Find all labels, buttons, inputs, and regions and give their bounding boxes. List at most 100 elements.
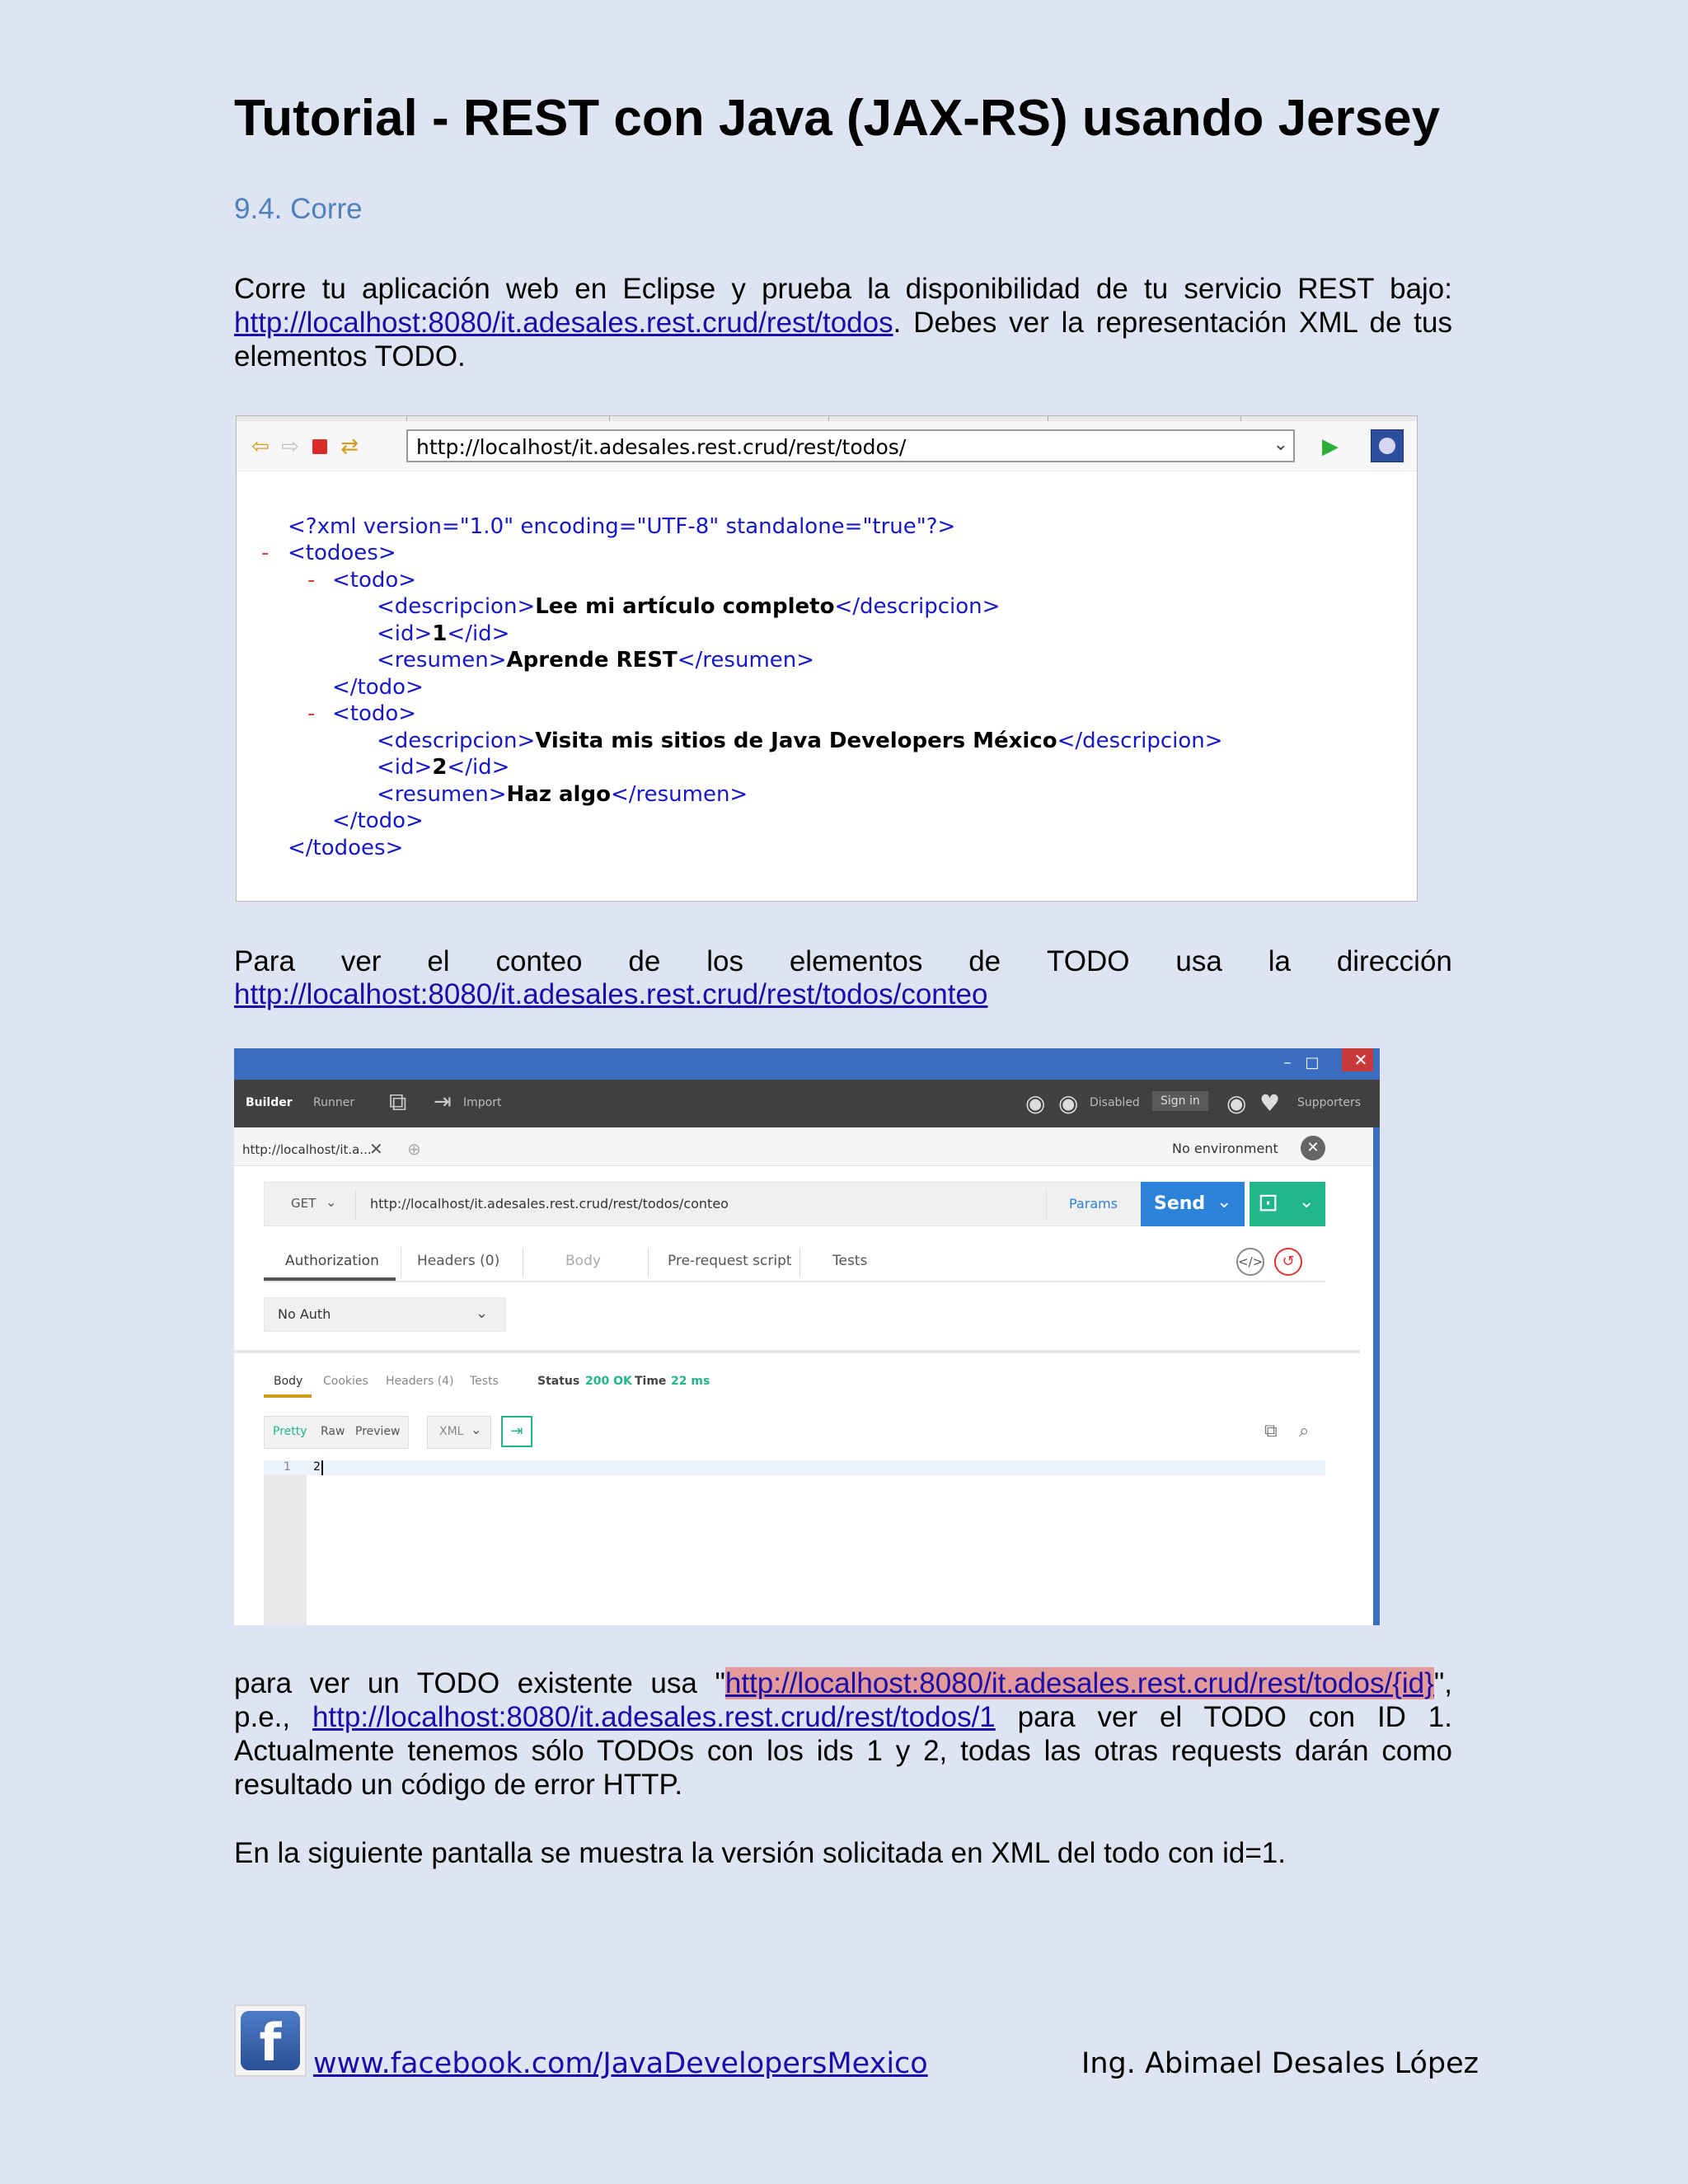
- request-bar: GET ⌄ http://localhost/it.adesales.rest.…: [264, 1182, 1172, 1226]
- format-select[interactable]: XML ⌄: [427, 1416, 491, 1449]
- import-icon[interactable]: ⇥: [434, 1090, 452, 1114]
- sync-icon[interactable]: ◉: [1025, 1090, 1045, 1117]
- auth-type-label: No Auth: [278, 1306, 331, 1322]
- todo-id: 1: [432, 621, 448, 646]
- view-mode-group: Pretty Raw Preview: [264, 1416, 409, 1449]
- go-icon[interactable]: ▶: [1318, 434, 1343, 459]
- word: los: [706, 945, 743, 977]
- collapse-icon[interactable]: -: [307, 701, 315, 728]
- paragraph-next: En la siguiente pantalla se muestra la v…: [234, 1837, 1286, 1869]
- time-value: 22 ms: [671, 1375, 710, 1388]
- address-bar[interactable]: http://localhost/it.adesales.rest.crud/r…: [406, 429, 1295, 462]
- chevron-down-icon: ⌄: [471, 1422, 482, 1437]
- maximize-icon[interactable]: □: [1302, 1053, 1322, 1073]
- close-tab-icon[interactable]: ✕: [369, 1139, 383, 1159]
- paragraph-intro: Corre tu aplicación web en Eclipse y pru…: [234, 272, 1452, 373]
- method-select[interactable]: GET: [291, 1196, 316, 1211]
- tab-authorization[interactable]: Authorization: [285, 1253, 379, 1269]
- collapse-icon[interactable]: -: [261, 540, 269, 567]
- section-heading: 9.4. Corre: [234, 193, 363, 225]
- postman-screenshot: – □ ✕ Builder Runner ⧉ ⇥ Import ◉ ◉ Disa…: [234, 1048, 1380, 1625]
- word: el: [427, 945, 450, 977]
- import-button[interactable]: Import: [463, 1096, 501, 1109]
- word: TODO: [1047, 945, 1130, 977]
- back-arrow-icon[interactable]: ⇦: [248, 434, 273, 459]
- eclipse-icon[interactable]: [1371, 429, 1404, 462]
- chevron-down-icon[interactable]: ⌄: [1273, 434, 1288, 455]
- word: usa: [1175, 945, 1222, 977]
- response-body[interactable]: 2: [313, 1460, 321, 1474]
- facebook-icon: f: [241, 2011, 300, 2073]
- url-input[interactable]: http://localhost/it.adesales.rest.crud/r…: [370, 1196, 729, 1212]
- new-window-icon[interactable]: ⧉: [389, 1088, 406, 1117]
- response-tab-body[interactable]: Body: [274, 1375, 302, 1388]
- author-name: Ing. Abimael Desales López: [1081, 2047, 1479, 2080]
- word: la: [1268, 945, 1291, 977]
- postman-header: Builder Runner ⧉ ⇥ Import ◉ ◉ Disabled S…: [234, 1080, 1380, 1127]
- sign-in-button[interactable]: Sign in: [1152, 1091, 1208, 1111]
- todo-descripcion: Lee mi artículo completo: [535, 594, 835, 619]
- request-tab[interactable]: http://localhost/it.a...: [242, 1142, 372, 1157]
- response-tab-headers[interactable]: Headers (4): [386, 1375, 454, 1388]
- environment-select[interactable]: No environment: [1172, 1141, 1278, 1156]
- todos-link[interactable]: http://localhost:8080/it.adesales.rest.c…: [234, 307, 893, 339]
- save-icon: ⊡: [1258, 1188, 1279, 1217]
- code-icon[interactable]: </>: [1236, 1248, 1264, 1276]
- p3-text: para ver un TODO existente usa ": [234, 1667, 725, 1699]
- word: ver: [340, 945, 382, 977]
- settings-icon[interactable]: ◉: [1226, 1090, 1246, 1117]
- todo-id-link[interactable]: http://localhost:8080/it.adesales.rest.c…: [724, 1667, 1434, 1699]
- minimize-icon[interactable]: –: [1278, 1053, 1297, 1073]
- chevron-down-icon[interactable]: ⌄: [1299, 1192, 1314, 1212]
- collapse-icon[interactable]: -: [307, 567, 315, 594]
- facebook-link[interactable]: www.facebook.com/JavaDevelopersMexico: [313, 2047, 928, 2080]
- send-button[interactable]: Send ⌄: [1141, 1182, 1245, 1226]
- save-button[interactable]: ⊡ ⌄: [1250, 1182, 1325, 1226]
- tab-pre-request-script[interactable]: Pre-request script: [668, 1253, 792, 1269]
- tab-tests[interactable]: Tests: [832, 1253, 867, 1269]
- status-label: Status: [537, 1375, 580, 1388]
- params-button[interactable]: Params: [1069, 1196, 1118, 1212]
- chevron-down-icon[interactable]: ⌄: [1217, 1192, 1231, 1212]
- response-tab-cookies[interactable]: Cookies: [323, 1375, 368, 1388]
- auth-type-select[interactable]: No Auth ⌄: [264, 1297, 506, 1332]
- conteo-link[interactable]: http://localhost:8080/it.adesales.rest.c…: [234, 978, 987, 1010]
- todo-id: 2: [432, 755, 448, 780]
- send-label: Send: [1154, 1193, 1206, 1214]
- word: elementos: [789, 945, 923, 977]
- time-label: Time: [635, 1375, 667, 1388]
- heart-icon[interactable]: ♥: [1259, 1090, 1280, 1117]
- search-icon[interactable]: ⌕: [1299, 1421, 1309, 1441]
- view-raw[interactable]: Raw: [321, 1425, 345, 1438]
- chevron-down-icon: ⌄: [476, 1305, 489, 1322]
- environment-settings-icon[interactable]: ✕: [1301, 1136, 1325, 1160]
- view-preview[interactable]: Preview: [355, 1425, 401, 1438]
- wrap-lines-icon[interactable]: ⇥: [501, 1416, 532, 1447]
- word: de: [968, 945, 1001, 977]
- supporters-link[interactable]: Supporters: [1297, 1096, 1361, 1109]
- copy-icon[interactable]: ⧉: [1264, 1421, 1278, 1441]
- line-number: 1: [284, 1460, 291, 1474]
- view-pretty[interactable]: Pretty: [273, 1425, 307, 1438]
- tab-runner[interactable]: Runner: [313, 1096, 354, 1109]
- paragraph-todo-by-id: para ver un TODO existente usa "http://l…: [234, 1666, 1452, 1802]
- reset-icon[interactable]: ↺: [1274, 1248, 1302, 1276]
- forward-arrow-icon[interactable]: ⇨: [278, 434, 302, 459]
- intro-text: Corre tu aplicación web en Eclipse y pru…: [234, 273, 1452, 305]
- refresh-icon[interactable]: ⇄: [337, 434, 362, 459]
- tab-headers[interactable]: Headers (0): [417, 1253, 499, 1269]
- address-url: http://localhost/it.adesales.rest.crud/r…: [416, 435, 907, 459]
- browser-toolbar: ⇦ ⇨ ⇄ http://localhost/it.adesales.rest.…: [237, 421, 1417, 471]
- add-tab-icon[interactable]: ⊕: [407, 1139, 421, 1159]
- tab-builder[interactable]: Builder: [246, 1096, 293, 1109]
- format-label: XML: [439, 1425, 464, 1438]
- response-tab-tests[interactable]: Tests: [470, 1375, 499, 1388]
- status-value: 200 OK: [585, 1375, 632, 1388]
- todo-1-link[interactable]: http://localhost:8080/it.adesales.rest.c…: [312, 1701, 996, 1733]
- browser-screenshot: ⇦ ⇨ ⇄ http://localhost/it.adesales.rest.…: [236, 415, 1418, 902]
- paragraph-count: Para ver el conteo de los elementos de T…: [234, 944, 1452, 978]
- tab-body[interactable]: Body: [565, 1253, 601, 1269]
- stop-icon[interactable]: [307, 434, 332, 459]
- todo-descripcion: Visita mis sitios de Java Developers Méx…: [535, 729, 1057, 753]
- chevron-down-icon[interactable]: ⌄: [326, 1194, 336, 1210]
